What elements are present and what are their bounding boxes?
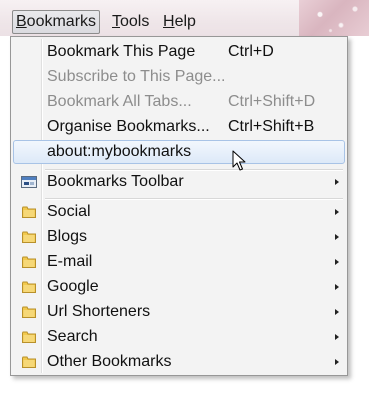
submenu-arrow-icon [335,259,339,265]
menu-item-bookmark-all-tabs: Bookmark All Tabs... Ctrl+Shift+D [13,90,345,114]
menu-item-organise-bookmarks[interactable]: Organise Bookmarks... Ctrl+Shift+B [13,115,345,139]
menu-folder-social[interactable]: Social [13,200,345,224]
menu-item-label: Blogs [47,228,88,245]
submenu-arrow-icon [335,334,339,340]
menu-folder-blogs[interactable]: Blogs [13,225,345,249]
submenu-arrow-icon [335,234,339,240]
folder-icon [22,231,36,243]
menu-item-label: Url Shorteners [47,303,151,320]
submenu-arrow-icon [335,359,339,365]
menu-folder-google[interactable]: Google [13,275,345,299]
menu-bookmarks[interactable]: Bookmarks [12,10,101,34]
menu-item-bookmark-this-page[interactable]: Bookmark This Page Ctrl+D [13,40,345,64]
menu-tools[interactable]: Tools [108,10,153,34]
submenu-arrow-icon [335,284,339,290]
folder-icon [22,331,36,343]
menu-folder-url-shorteners[interactable]: Url Shorteners [13,300,345,324]
folder-icon [22,281,36,293]
menu-item-subscribe: Subscribe to This Page... [13,65,345,89]
submenu-arrow-icon [335,309,339,315]
submenu-arrow-icon [335,179,339,185]
menu-bar: Bookmarks Tools Help [0,0,369,36]
menu-folder-search[interactable]: Search [13,325,345,349]
bookmarks-menu: Bookmark This Page Ctrl+D Subscribe to T… [10,36,348,376]
submenu-arrow-icon [335,209,339,215]
menu-item-shortcut: Ctrl+D [228,43,274,60]
menu-item-label: Search [47,328,98,345]
menu-help[interactable]: Help [159,10,200,34]
menu-item-label: Social [47,203,91,220]
folder-icon [22,306,36,318]
folder-icon [22,206,36,218]
mouse-pointer-icon [232,150,246,171]
folder-icon [22,356,36,368]
menu-item-label: Google [47,278,99,295]
menu-item-bookmarks-toolbar[interactable]: Bookmarks Toolbar [13,170,345,194]
theme-decoration [299,0,369,36]
menu-folder-email[interactable]: E-mail [13,250,345,274]
menu-item-label: Bookmarks Toolbar [47,173,184,190]
menu-item-shortcut: Ctrl+Shift+B [228,118,315,135]
menu-item-shortcut: Ctrl+Shift+D [228,93,316,110]
menu-item-label: Other Bookmarks [47,353,172,370]
folder-icon [22,256,36,268]
menu-item-label: Bookmark This Page [47,43,196,60]
menu-item-label: about:mybookmarks [47,143,192,160]
menu-item-label: E-mail [47,253,93,270]
menu-item-label: Subscribe to This Page... [47,68,226,85]
menu-item-label: Bookmark All Tabs... [47,93,192,110]
screenshot: Bookmarks Tools Help Bookmark This Page … [0,0,369,395]
menu-item-label: Organise Bookmarks... [47,118,210,135]
bookmarks-toolbar-icon [21,176,37,188]
menu-folder-other-bookmarks[interactable]: Other Bookmarks [13,350,345,374]
menu-item-about-mybookmarks[interactable]: about:mybookmarks [13,140,345,164]
